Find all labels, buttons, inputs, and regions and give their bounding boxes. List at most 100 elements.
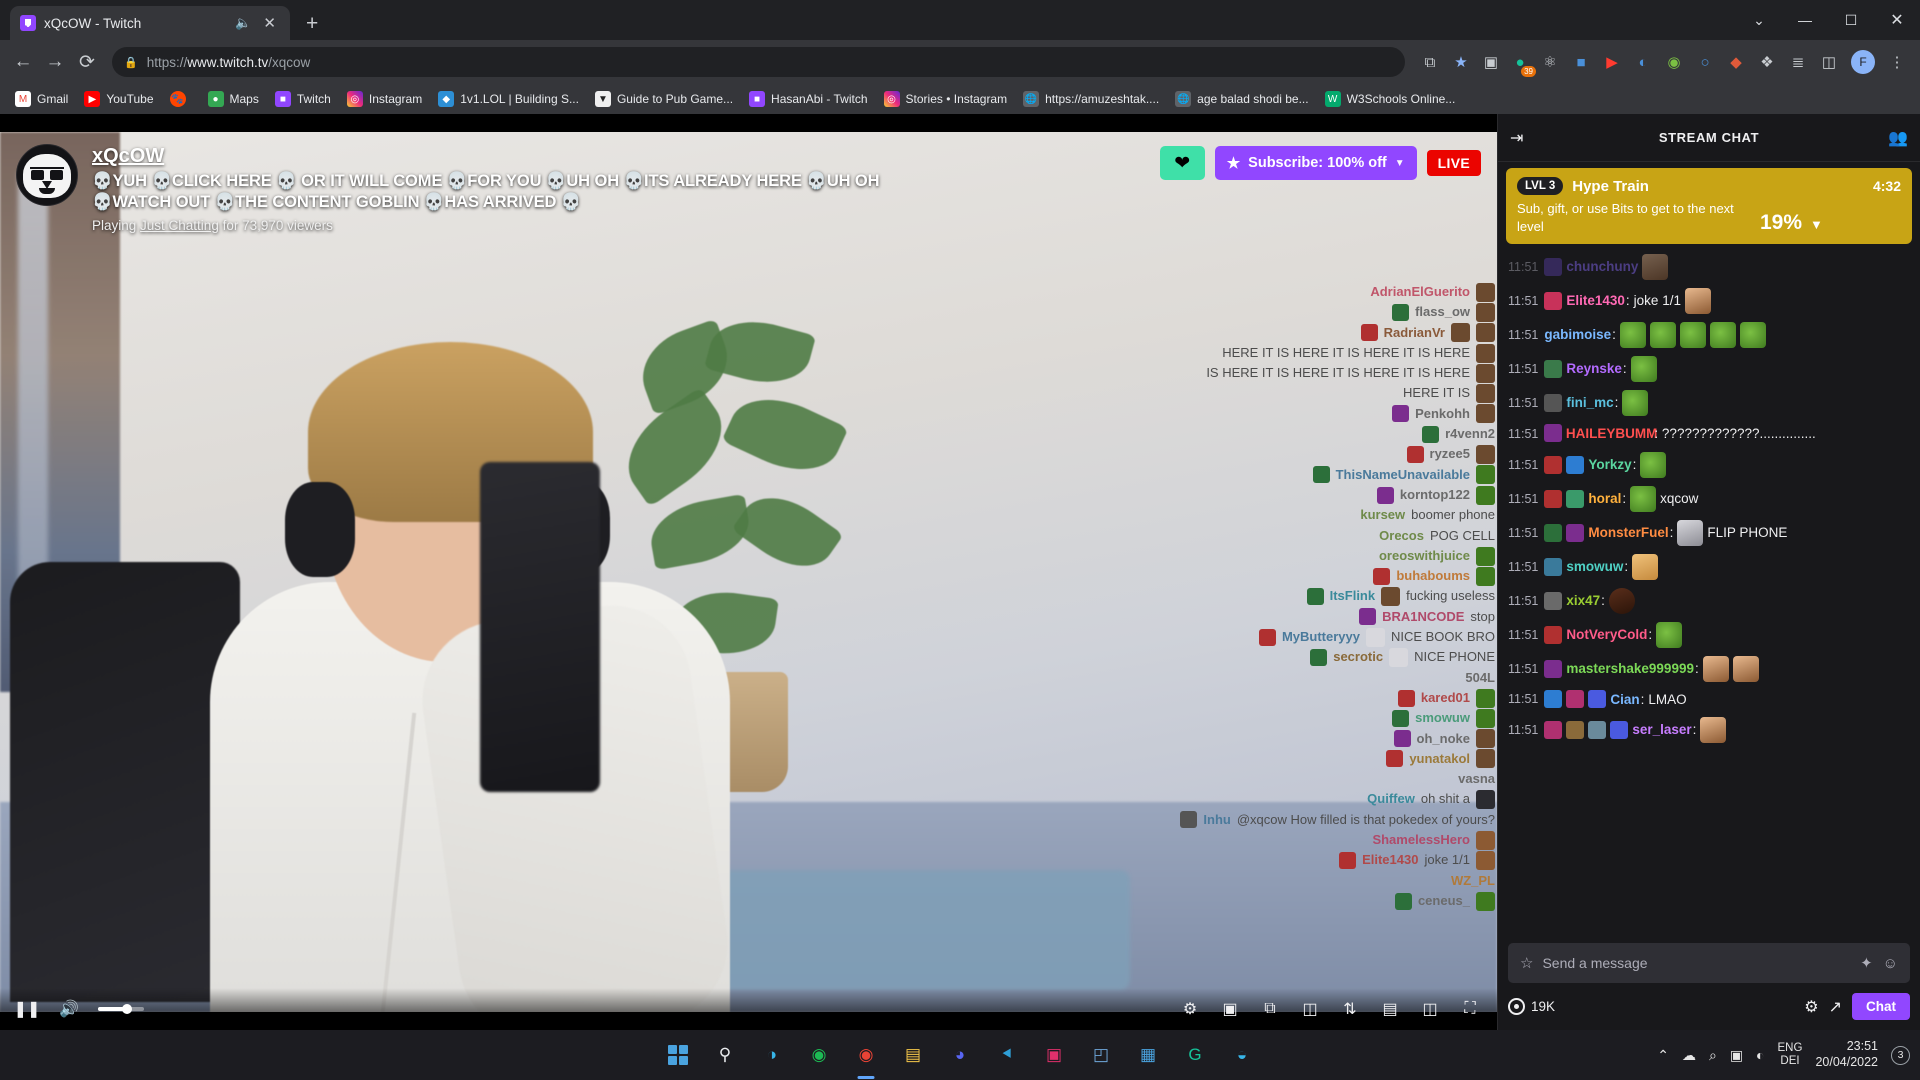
video-player[interactable]: AdrianElGuerito flass_ow RadrianVr HERE … [0, 132, 1497, 1012]
gear-icon[interactable]: ⚙ [1177, 996, 1203, 1022]
bookmark-instagram[interactable]: ◎ Instagram [340, 88, 429, 110]
address-bar[interactable]: 🔒 https://www.twitch.tv/xqcow [112, 47, 1405, 77]
channel-name[interactable]: xQcOW [92, 144, 1146, 169]
chat-username[interactable]: chunchuny [1566, 257, 1638, 277]
extension-youtube[interactable]: ▶ [1597, 47, 1627, 77]
popout-icon[interactable]: ⧉ [1257, 996, 1283, 1022]
explorer-app[interactable]: ▤ [896, 1038, 930, 1072]
chat-message-list[interactable]: 11:51 chunchuny 11:51 Elite1430: joke 1/… [1498, 246, 1920, 935]
bookmark-stories-instagram[interactable]: ◎ Stories • Instagram [877, 88, 1015, 110]
chrome-menu-icon[interactable]: ⋮ [1882, 47, 1912, 77]
chat-username[interactable]: smowuw [1566, 557, 1623, 577]
heart-icon[interactable]: ❤ [1159, 146, 1205, 180]
share-icon[interactable]: ⇅ [1337, 996, 1363, 1022]
monitor-icon[interactable]: ▣ [1730, 1047, 1743, 1064]
pause-icon[interactable]: ❚❚ [14, 996, 41, 1022]
clips-icon[interactable]: ▣ [1217, 996, 1243, 1022]
bookmark-age-balad[interactable]: 🌐 age balad shodi be... [1168, 88, 1315, 110]
chat-username[interactable]: horal [1588, 489, 1621, 509]
expand-icon[interactable]: ↗ [1829, 997, 1842, 1017]
taskbar-clock[interactable]: 23:51 20/04/2022 [1815, 1039, 1878, 1070]
mic-icon[interactable]: ⌕ [1709, 1047, 1717, 1064]
split-icon[interactable]: ◫ [1417, 996, 1443, 1022]
chat-username[interactable]: gabimoise [1544, 325, 1611, 345]
chat-username[interactable]: Reynske [1566, 359, 1622, 379]
volume-icon[interactable]: ◐ [1756, 1047, 1764, 1063]
reload-icon[interactable]: ⟳ [72, 47, 102, 77]
edge-app[interactable]: ◑ [755, 1038, 789, 1072]
chat-username[interactable]: ser_laser [1632, 720, 1691, 740]
bookmark-star-icon[interactable]: ★ [1446, 47, 1476, 77]
bookmark-reddit[interactable]: 🐾 [163, 88, 199, 110]
bookmark-maps[interactable]: ● Maps [201, 88, 266, 110]
extension-panel[interactable]: ◫ [1814, 47, 1844, 77]
calendar-app[interactable]: ▦ [1131, 1038, 1165, 1072]
notification-badge[interactable]: 3 [1891, 1045, 1910, 1065]
volume-slider[interactable] [98, 1004, 144, 1014]
category-link[interactable]: Just Chatting [140, 218, 219, 233]
emote-icon[interactable]: ☺ [1883, 955, 1898, 972]
theatre-icon[interactable]: ▤ [1377, 996, 1403, 1022]
fullscreen-icon[interactable]: ⛶ [1457, 996, 1483, 1022]
chevron-down-icon[interactable]: ⌄ [1736, 0, 1782, 40]
plus-icon[interactable]: + [306, 12, 318, 36]
chat-username[interactable]: NotVeryCold [1566, 625, 1647, 645]
window-close-button[interactable]: ✕ [1874, 0, 1920, 40]
minimize-button[interactable]: — [1782, 0, 1828, 40]
extension-puzzle[interactable]: ❖ [1752, 47, 1782, 77]
chevron-down-icon[interactable]: ▼ [1395, 158, 1405, 169]
speaker-icon[interactable]: 🔈 [235, 15, 251, 31]
photos-app[interactable]: ◰ [1084, 1038, 1118, 1072]
vscode-app[interactable]: ⯇ [990, 1038, 1024, 1072]
chat-username[interactable]: MonsterFuel [1588, 523, 1668, 543]
community-icon[interactable]: 👥 [1888, 128, 1908, 148]
search-taskbar[interactable]: ⚲ [708, 1038, 742, 1072]
close-icon[interactable]: ✕ [259, 14, 280, 33]
chrome-app[interactable]: ◉ [849, 1038, 883, 1072]
maximize-button[interactable]: ☐ [1828, 0, 1874, 40]
browser-tab-twitch[interactable]: xQcOW - Twitch 🔈 ✕ [10, 6, 290, 40]
subscribe-button[interactable]: ★ Subscribe: 100% off ▼ [1214, 146, 1417, 180]
bookmark-pub-game[interactable]: ▼ Guide to Pub Game... [588, 88, 740, 110]
extension-search[interactable]: ○ [1690, 47, 1720, 77]
extension-volume[interactable]: ◐ [1628, 47, 1658, 77]
bookmark-w3schools[interactable]: W W3Schools Online... [1318, 88, 1463, 110]
hype-train-panel[interactable]: LVL 3 Hype Train 4:32 Sub, gift, or use … [1506, 168, 1912, 245]
back-icon[interactable]: ← [8, 47, 38, 77]
chevron-up-icon[interactable]: ⌃ [1657, 1047, 1669, 1064]
profile-avatar[interactable]: F [1851, 50, 1875, 74]
keyboard-language[interactable]: ENG DEI [1778, 1042, 1803, 1068]
bookmark-hasanabi[interactable]: ■ HasanAbi - Twitch [742, 88, 875, 110]
extension-grammarly[interactable]: ● 39 [1506, 48, 1536, 77]
edge-beta-app[interactable]: ◒ [1225, 1038, 1259, 1072]
share-icon[interactable]: ⧉ [1415, 47, 1445, 77]
cloud-icon[interactable]: ☁ [1682, 1047, 1696, 1064]
bookmark-amuzeshtak[interactable]: 🌐 https://amuzeshtak.... [1016, 88, 1166, 110]
bits-icon[interactable]: ✦ [1860, 954, 1873, 972]
bookmark-gmail[interactable]: M Gmail [8, 88, 75, 110]
badge-icon[interactable]: ☆ [1520, 954, 1533, 972]
chat-username[interactable]: Elite1430 [1566, 291, 1625, 311]
extension-list[interactable]: ≣ [1783, 47, 1813, 77]
spotify-app[interactable]: ◉ [802, 1038, 836, 1072]
forward-icon[interactable]: → [40, 47, 70, 77]
grammarly-app[interactable]: G [1178, 1038, 1212, 1072]
collapse-chat-icon[interactable]: ⇥ [1510, 128, 1523, 148]
picture-in-picture-icon[interactable]: ◫ [1297, 996, 1323, 1022]
avatar[interactable] [16, 144, 78, 206]
chat-username[interactable]: mastershake999999 [1566, 659, 1694, 679]
chat-username[interactable]: fini_mc [1566, 393, 1613, 413]
extension-globe[interactable]: ◉ [1659, 47, 1689, 77]
gear-icon[interactable]: ⚙ [1804, 997, 1818, 1017]
chat-input[interactable]: ☆ Send a message ✦ ☺ [1508, 943, 1910, 983]
chat-username[interactable]: Cian [1610, 690, 1639, 710]
bookmark-1v1lol[interactable]: ◆ 1v1.LOL | Building S... [431, 88, 586, 110]
start-button[interactable] [661, 1038, 695, 1072]
chat-username[interactable]: xix47 [1566, 591, 1600, 611]
volume-icon[interactable]: 🔊 [56, 996, 82, 1022]
extension-red[interactable]: ◆ [1721, 47, 1751, 77]
discord-app[interactable]: ◕ [943, 1038, 977, 1072]
extension-camera[interactable]: ▣ [1477, 48, 1505, 76]
bookmark-youtube[interactable]: ▶ YouTube [77, 88, 160, 110]
chat-send-button[interactable]: Chat [1852, 993, 1910, 1020]
